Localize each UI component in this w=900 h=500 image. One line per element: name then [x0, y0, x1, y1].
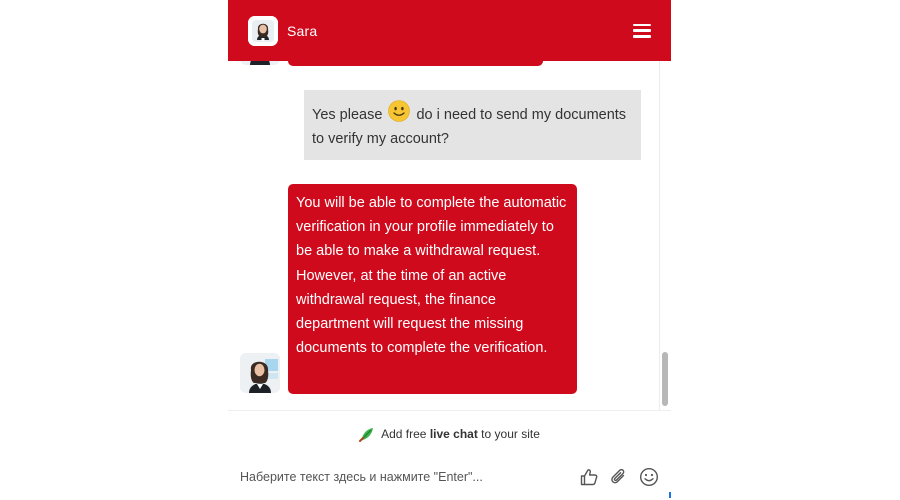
promo-link[interactable]: Add free live chat to your site: [228, 410, 671, 457]
leaf-brand-icon: [359, 428, 374, 442]
agent-message-avatar: [240, 353, 280, 393]
input-actions: [579, 467, 659, 487]
promo-prefix: Add free: [381, 427, 430, 441]
agent-info: Sara: [248, 15, 318, 46]
message-scrollbar[interactable]: [659, 61, 670, 410]
message-input[interactable]: [240, 470, 579, 484]
agent-avatar: [248, 15, 278, 46]
scrollbar-thumb[interactable]: [662, 352, 668, 406]
message-list: Yes please do i need to send my document…: [228, 61, 671, 410]
resize-edge: [669, 492, 671, 498]
agent-message-bubble: You will be able to complete the automat…: [288, 184, 577, 394]
chat-widget: Sara Yes please do i need to send my doc…: [228, 0, 671, 498]
thumbs-up-icon[interactable]: [579, 467, 599, 487]
paperclip-icon[interactable]: [609, 467, 629, 487]
promo-suffix: to your site: [477, 427, 540, 441]
agent-name: Sara: [287, 22, 318, 39]
visitor-message-text-start: Yes please: [312, 107, 387, 123]
agent-message-bubble-previous: [288, 61, 543, 66]
promo-bold: live chat: [429, 427, 478, 441]
chat-header: Sara: [228, 0, 671, 61]
input-bar: [228, 456, 671, 498]
visitor-message-bubble: Yes please do i need to send my document…: [304, 90, 641, 160]
agent-message-avatar: [240, 61, 280, 65]
smiley-icon[interactable]: [639, 467, 659, 487]
smiley-emoji: [388, 100, 411, 122]
agent-message-text: You will be able to complete the automat…: [296, 195, 567, 357]
hamburger-menu-icon[interactable]: [633, 23, 651, 38]
promo-text: Add free live chat to your site: [381, 427, 540, 441]
